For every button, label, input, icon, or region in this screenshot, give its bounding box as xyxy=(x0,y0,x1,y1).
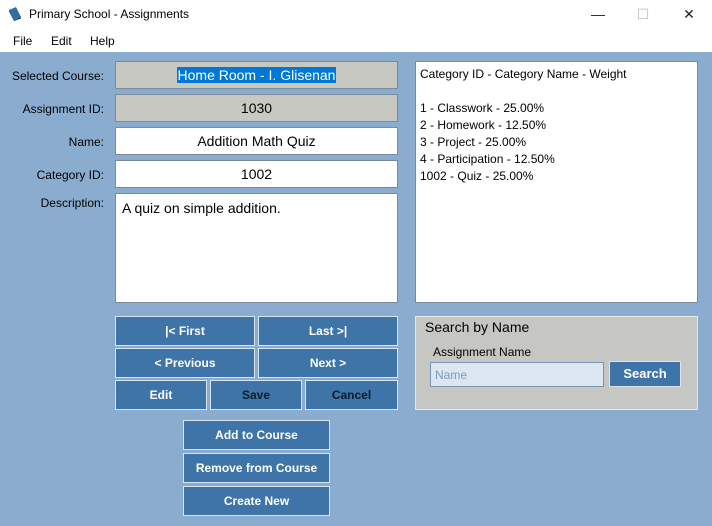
assignment-id-field[interactable]: 1030 xyxy=(115,94,398,122)
description-field[interactable]: A quiz on simple addition. xyxy=(115,193,398,303)
title-bar: Primary School - Assignments — ☐ ✕ xyxy=(0,0,712,30)
close-button[interactable]: ✕ xyxy=(666,0,712,30)
category-row[interactable]: 1 - Classwork - 25.00% xyxy=(420,100,693,117)
assignment-name-label: Assignment Name xyxy=(433,345,532,359)
minimize-button[interactable]: — xyxy=(575,0,621,30)
category-id-field[interactable]: 1002 xyxy=(115,160,398,188)
previous-button[interactable]: < Previous xyxy=(115,348,255,378)
category-list[interactable]: Category ID - Category Name - Weight 1 -… xyxy=(415,61,698,303)
main-panel: Selected Course: Assignment ID: Name: Ca… xyxy=(0,52,712,526)
category-id-label: Category ID: xyxy=(36,168,104,182)
category-row[interactable]: 1002 - Quiz - 25.00% xyxy=(420,168,693,185)
category-list-header: Category ID - Category Name - Weight xyxy=(420,67,627,81)
menu-bar: File Edit Help xyxy=(0,30,712,52)
maximize-button[interactable]: ☐ xyxy=(620,0,666,30)
app-book-icon xyxy=(9,7,21,21)
search-button[interactable]: Search xyxy=(609,361,681,387)
save-button[interactable]: Save xyxy=(210,380,302,410)
category-row[interactable]: 2 - Homework - 12.50% xyxy=(420,117,693,134)
selected-course-field[interactable]: Home Room - I. Glisenan xyxy=(115,61,398,89)
name-label: Name: xyxy=(68,135,104,149)
category-list-spacer xyxy=(420,83,693,100)
next-button[interactable]: Next > xyxy=(258,348,398,378)
remove-from-course-button[interactable]: Remove from Course xyxy=(183,453,330,483)
menu-help[interactable]: Help xyxy=(90,34,115,48)
selected-course-label: Selected Course: xyxy=(11,69,104,83)
category-row[interactable]: 3 - Project - 25.00% xyxy=(420,134,693,151)
menu-file[interactable]: File xyxy=(13,34,32,48)
create-new-button[interactable]: Create New xyxy=(183,486,330,516)
category-row[interactable]: 4 - Participation - 12.50% xyxy=(420,151,693,168)
name-field[interactable]: Addition Math Quiz xyxy=(115,127,398,155)
window-title: Primary School - Assignments xyxy=(29,7,190,21)
search-group-title: Search by Name xyxy=(425,319,530,335)
description-label: Description: xyxy=(40,196,104,210)
last-button[interactable]: Last >| xyxy=(258,316,398,346)
add-to-course-button[interactable]: Add to Course xyxy=(183,420,330,450)
cancel-button[interactable]: Cancel xyxy=(305,380,398,410)
search-input[interactable] xyxy=(430,362,604,387)
first-button[interactable]: |< First xyxy=(115,316,255,346)
search-group: Search by Name Assignment Name Search xyxy=(415,316,698,410)
edit-button[interactable]: Edit xyxy=(115,380,207,410)
assignment-id-label: Assignment ID: xyxy=(22,102,104,116)
menu-edit[interactable]: Edit xyxy=(51,34,72,48)
selected-course-value: Home Room - I. Glisenan xyxy=(176,67,337,83)
